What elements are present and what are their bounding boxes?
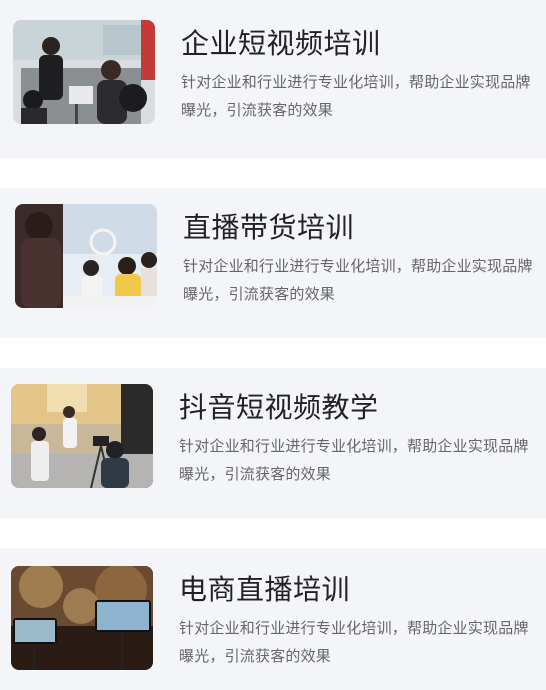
- service-title: 抖音短视频教学: [179, 392, 379, 423]
- service-card-livestream-sales-training[interactable]: 直播带货培训 针对企业和行业进行专业化培训，帮助企业实现品牌曝光，引流获客的效果: [0, 188, 546, 338]
- service-card-short-video-training[interactable]: 企业短视频培训 针对企业和行业进行专业化培训，帮助企业实现品牌曝光，引流获客的效…: [0, 0, 546, 158]
- service-card-douyin-video-teaching[interactable]: 抖音短视频教学 针对企业和行业进行专业化培训，帮助企业实现品牌曝光，引流获客的效…: [0, 368, 546, 518]
- livestream-class-photo: [15, 204, 157, 308]
- service-description: 针对企业和行业进行专业化培训，帮助企业实现品牌曝光，引流获客的效果: [181, 74, 531, 119]
- service-description: 针对企业和行业进行专业化培训，帮助企业实现品牌曝光，引流获客的效果: [179, 620, 529, 665]
- service-title: 企业短视频培训: [181, 28, 381, 59]
- service-title: 电商直播培训: [179, 574, 351, 605]
- video-shooting-studio-photo: [11, 384, 153, 488]
- service-description: 针对企业和行业进行专业化培训，帮助企业实现品牌曝光，引流获客的效果: [179, 438, 529, 483]
- team-filming-photo: [13, 20, 155, 124]
- service-card-ecommerce-livestream-training[interactable]: 电商直播培训 针对企业和行业进行专业化培训，帮助企业实现品牌曝光，引流获客的效果: [0, 548, 546, 690]
- service-list: 企业短视频培训 针对企业和行业进行专业化培训，帮助企业实现品牌曝光，引流获客的效…: [0, 0, 546, 690]
- phone-livestream-rig-photo: [11, 566, 153, 670]
- service-description: 针对企业和行业进行专业化培训，帮助企业实现品牌曝光，引流获客的效果: [183, 258, 533, 303]
- service-title: 直播带货培训: [183, 212, 355, 243]
